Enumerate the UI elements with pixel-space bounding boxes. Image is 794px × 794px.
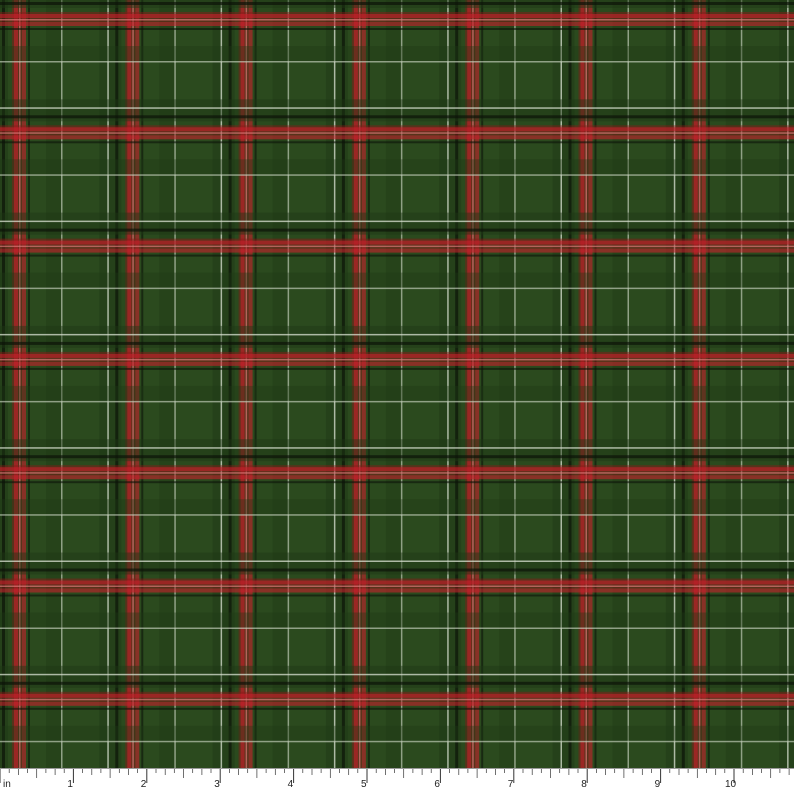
weft-stripe	[0, 385, 794, 402]
weft-stripe	[0, 701, 794, 706]
weft-stripe	[0, 240, 794, 245]
weft-stripe	[0, 358, 794, 361]
weft-stripe	[0, 132, 794, 134]
ruler-tick-label: 3	[214, 779, 220, 790]
weft-stripe	[0, 19, 794, 21]
weft-stripe	[0, 400, 794, 403]
weft-stripe	[0, 2, 794, 5]
weft-stripe	[0, 568, 794, 572]
plaid-pattern	[0, 0, 794, 768]
weft-stripe	[0, 707, 794, 710]
weft-stripe	[0, 353, 794, 358]
weft-stripe	[0, 594, 794, 597]
weft-stripe	[0, 22, 794, 26]
weft-stripe	[0, 580, 794, 585]
ruler-tick-label: 4	[287, 779, 294, 790]
weft-stripe	[0, 61, 794, 63]
weft-stripe	[0, 698, 794, 701]
weft-stripe	[0, 467, 794, 472]
weft-stripe	[0, 499, 794, 516]
weft-stripe	[0, 248, 794, 253]
ruler-tick-label: 2	[140, 779, 147, 790]
weft-stripe	[0, 14, 794, 18]
weft-stripe	[0, 254, 794, 257]
weft-stripe	[0, 560, 794, 562]
weft-stripe	[0, 135, 794, 140]
weft-stripe	[0, 115, 794, 119]
weft-stripe	[0, 287, 794, 290]
weft-stripe	[0, 681, 794, 685]
weft-stripe	[0, 367, 794, 370]
weft-stripe	[0, 447, 794, 449]
plaid-fabric-swatch	[0, 0, 794, 768]
weft-stripe	[0, 693, 794, 698]
weft-stripe	[0, 588, 794, 593]
ruler-tick-label: 1	[67, 779, 73, 790]
weft-stripe	[0, 141, 794, 144]
weft-stripe	[0, 514, 794, 516]
weft-stripe	[0, 612, 794, 629]
ruler-tick-label: 7	[507, 779, 514, 790]
measurement-ruler: in 1 2 3 4 5 6 7 8 9 10	[0, 768, 794, 794]
weft-stripe	[0, 245, 794, 248]
ruler-tick-label: 6	[434, 779, 440, 790]
weft-stripe	[0, 472, 794, 474]
weft-stripe	[0, 107, 794, 109]
weft-stripe	[0, 341, 794, 345]
weft-stripe	[0, 228, 794, 232]
ruler-unit-label: in	[3, 779, 11, 790]
ruler-tick-label: 9	[654, 779, 661, 790]
weft-stripe	[0, 127, 794, 132]
weft-stripe	[0, 333, 794, 336]
weft-stripe	[0, 673, 794, 676]
weft-stripe	[0, 475, 794, 480]
ruler-tick-label: 10	[725, 779, 737, 790]
weft-stripe	[0, 46, 794, 62]
weft-stripe	[0, 28, 794, 30]
weft-stripe	[0, 740, 794, 743]
weft-stripe	[0, 272, 794, 289]
ruler-tick-label: 5	[361, 779, 367, 790]
weft-stripe	[0, 585, 794, 587]
weft-stripe	[0, 174, 794, 176]
weft-stripe	[0, 159, 794, 176]
weft-stripe	[0, 220, 794, 223]
weft-stripe	[0, 361, 794, 366]
weft-stripe	[0, 725, 794, 742]
ruler-ticks	[0, 769, 790, 783]
ruler-tick-label: 8	[581, 779, 587, 790]
weft-stripe	[0, 481, 794, 484]
weft-stripe	[0, 627, 794, 629]
weft-stripe	[0, 455, 794, 459]
